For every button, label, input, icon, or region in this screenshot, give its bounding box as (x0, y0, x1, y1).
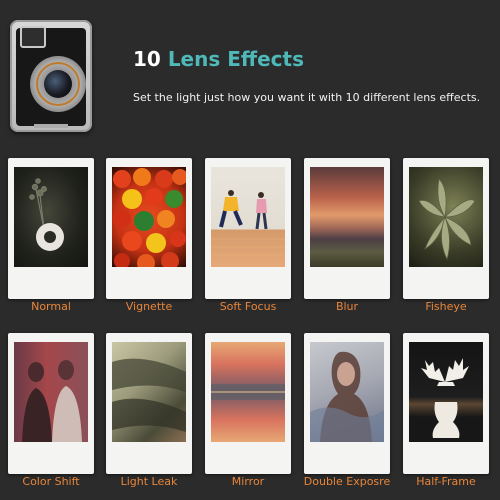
effect-photo-blur (310, 167, 384, 267)
effect-card-soft-focus (205, 158, 291, 299)
effect-label-half-frame: Half-Frame (416, 475, 476, 488)
effect-photo-soft-focus (211, 167, 285, 267)
effect-label-soft-focus: Soft Focus (219, 300, 277, 313)
effect-label-fisheye: Fisheye (425, 300, 467, 313)
effect-label-color-shift: Color Shift (22, 475, 80, 488)
effect-card-normal (8, 158, 94, 299)
effect-card-color-shift (8, 333, 94, 474)
effect-label-mirror: Mirror (231, 475, 265, 488)
effect-photo-vignette (112, 167, 186, 267)
camera-label-strip (34, 124, 68, 128)
effect-card-vignette (106, 158, 192, 299)
effect-card-fisheye (403, 158, 489, 299)
effect-label-vignette: Vignette (125, 300, 173, 313)
title-accent: Lens Effects (167, 47, 304, 71)
effect-photo-mirror (211, 342, 285, 442)
effect-label-light-leak: Light Leak (120, 475, 178, 488)
effect-card-light-leak (106, 333, 192, 474)
effect-photo-normal (14, 167, 88, 267)
title-number: 10 (133, 47, 161, 71)
effect-card-mirror (205, 333, 291, 474)
effect-photo-light-leak (112, 342, 186, 442)
effect-photo-fisheye (409, 167, 483, 267)
camera-image (10, 20, 92, 132)
camera-brand-mark (58, 30, 80, 38)
camera-lens-glass (44, 70, 72, 98)
effect-photo-color-shift (14, 342, 88, 442)
effect-label-blur: Blur (335, 300, 359, 313)
page-title: 10 Lens Effects (133, 47, 304, 71)
page-subtitle: Set the light just how you want it with … (133, 91, 481, 104)
effect-card-blur (304, 158, 390, 299)
effect-label-normal: Normal (31, 300, 71, 313)
effect-card-double-exposure (304, 333, 390, 474)
camera-viewfinder (20, 26, 46, 48)
effect-photo-half-frame (409, 342, 483, 442)
effect-label-double-exposure: Double Exposre (303, 475, 391, 488)
effect-photo-double-exposure (310, 342, 384, 442)
effect-card-half-frame (403, 333, 489, 474)
